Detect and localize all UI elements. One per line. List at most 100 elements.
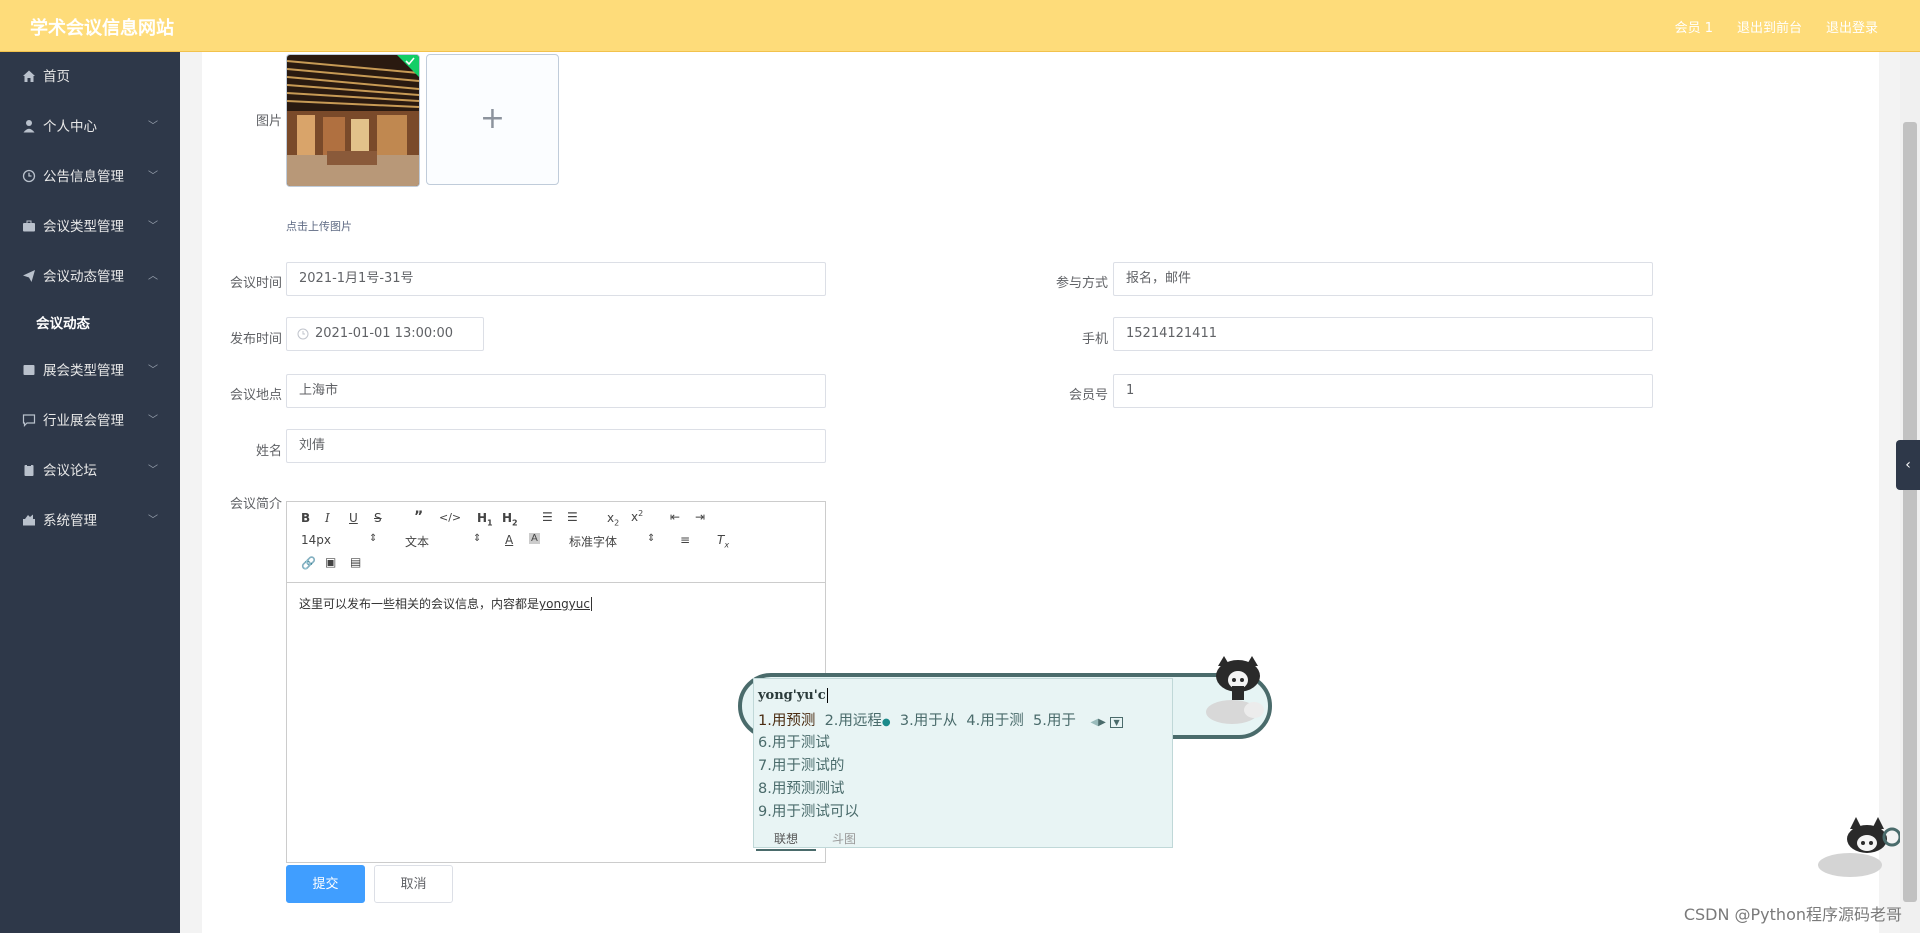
- plus-icon: +: [479, 101, 506, 136]
- block-format-select[interactable]: 文本 ⇕: [405, 533, 481, 550]
- meeting-time-input[interactable]: 2021-1月1号-31号: [286, 262, 826, 296]
- h2-icon[interactable]: H2: [502, 511, 518, 527]
- text-color-icon[interactable]: A: [505, 533, 513, 547]
- chat-icon: [22, 414, 36, 427]
- add-image-button[interactable]: +: [426, 54, 559, 185]
- block-format-value: 文本: [405, 535, 430, 549]
- page-scrollbar[interactable]: [1900, 52, 1920, 933]
- ime-candidate[interactable]: 3.用于从: [900, 713, 957, 729]
- bookstore-photo: [287, 55, 419, 186]
- submit-button[interactable]: 提交: [286, 865, 365, 903]
- h1-icon[interactable]: H1: [477, 511, 493, 527]
- quote-icon[interactable]: ”: [414, 509, 423, 525]
- font-size-value: 14px: [301, 533, 331, 547]
- main-content: 图片 + 点击上传图片 会议时间 2021-1月1号-31号 参与方式 报名，邮…: [202, 52, 1879, 933]
- font-family-select[interactable]: 标准字体 ⇕: [569, 533, 655, 550]
- name-label: 姓名: [255, 444, 282, 459]
- outdent-icon[interactable]: ⇤: [670, 510, 680, 524]
- back-to-front-link[interactable]: 退出到前台: [1737, 17, 1802, 36]
- sidebar-item-label: 系统管理: [43, 513, 97, 529]
- bold-icon[interactable]: B: [301, 511, 310, 525]
- name-input[interactable]: 刘倩: [286, 429, 826, 463]
- member-no-label: 会员号: [1068, 388, 1108, 403]
- send-icon: [23, 270, 35, 282]
- scroll-thumb[interactable]: [1903, 122, 1917, 902]
- collapse-panel-button[interactable]: ‹: [1896, 440, 1920, 490]
- rich-text-editor: B I U S ” </> H1 H2 ☰ ☰ x2 x2 ⇤ ⇥ 14px ⇕ …: [286, 501, 826, 863]
- subscript-icon[interactable]: x2: [607, 511, 619, 527]
- ime-candidate[interactable]: 2.用远程: [825, 713, 882, 729]
- settings-icon: [23, 514, 35, 526]
- ime-candidate[interactable]: 8.用预测测试: [758, 778, 859, 801]
- participation-input[interactable]: 报名，邮件: [1113, 262, 1653, 296]
- clear-format-icon[interactable]: Tx: [717, 533, 729, 549]
- sidebar-subitem-meeting-news[interactable]: 会议动态: [0, 302, 180, 346]
- sidebar-item-label: 会议论坛: [43, 463, 97, 479]
- sidebar-item-home[interactable]: 首页: [0, 52, 180, 102]
- sidebar-item-meeting-type[interactable]: 会议类型管理 ﹀: [0, 202, 180, 252]
- sidebar-item-notice[interactable]: 公告信息管理 ﹀: [0, 152, 180, 202]
- ime-candidate[interactable]: 9.用于测试可以: [758, 801, 859, 824]
- ime-candidate-row: 1.用预测 2.用远程● 3.用于从 4.用于测 5.用于 ◀▶ ▼: [758, 709, 1123, 730]
- ime-candidate-window: yong'yu'c 1.用预测 2.用远程● 3.用于从 4.用于测 5.用于 …: [753, 678, 1173, 851]
- chevron-down-icon: ﹀: [148, 171, 158, 182]
- member-link[interactable]: 会员 1: [1675, 17, 1713, 36]
- floating-mascot-cat[interactable]: [1810, 815, 1900, 880]
- publish-time-label: 发布时间: [229, 332, 282, 347]
- member-no-input[interactable]: 1: [1113, 374, 1653, 408]
- font-size-select[interactable]: 14px ⇕: [301, 533, 377, 547]
- image-label: 图片: [255, 114, 282, 129]
- sidebar-item-meeting-news[interactable]: 会议动态管理 ︿: [0, 252, 180, 302]
- editor-composition: yongyuc: [539, 597, 590, 611]
- video-icon[interactable]: ▤: [350, 555, 361, 569]
- home-icon: [23, 70, 35, 82]
- underline-icon[interactable]: U: [349, 511, 358, 525]
- page-prev-icon[interactable]: ◀: [1090, 717, 1098, 728]
- sidebar: 首页 个人中心 ﹀ 公告信息管理 ﹀ 会议类型管理 ﹀ 会议动态管理 ︿ 会议动…: [0, 52, 180, 933]
- code-icon[interactable]: </>: [439, 511, 461, 524]
- logout-link[interactable]: 退出登录: [1826, 17, 1878, 36]
- header-links: 会员 1 退出到前台 退出登录: [1675, 17, 1878, 36]
- sidebar-item-expo-type[interactable]: 展会类型管理 ﹀: [0, 346, 180, 396]
- ime-candidate[interactable]: 7.用于测试的: [758, 755, 859, 778]
- italic-icon[interactable]: I: [325, 511, 330, 525]
- sidebar-item-profile[interactable]: 个人中心 ﹀: [0, 102, 180, 152]
- uploaded-image[interactable]: [286, 54, 420, 187]
- cancel-button[interactable]: 取消: [374, 865, 453, 903]
- chevron-left-icon: ‹: [1905, 457, 1911, 473]
- link-icon[interactable]: 🔗: [301, 556, 316, 570]
- chevron-up-icon: ︿: [148, 271, 158, 282]
- chevron-down-icon: ﹀: [148, 415, 158, 426]
- ime-candidate[interactable]: 1.用预测: [758, 713, 815, 729]
- ime-tab-sticker[interactable]: 斗图: [832, 830, 856, 847]
- publish-time-picker[interactable]: 2021-01-01 13:00:00: [286, 317, 484, 351]
- background-color-icon[interactable]: A: [529, 533, 540, 544]
- clock-icon: [297, 328, 309, 340]
- phone-input[interactable]: 15214121411: [1113, 317, 1653, 351]
- indent-icon[interactable]: ⇥: [695, 510, 705, 524]
- sidebar-item-forum[interactable]: 会议论坛 ﹀: [0, 446, 180, 496]
- chevron-down-icon: ﹀: [148, 365, 158, 376]
- location-input[interactable]: 上海市: [286, 374, 826, 408]
- editor-content[interactable]: 这里可以发布一些相关的会议信息，内容都是yongyuc: [287, 583, 825, 624]
- align-icon[interactable]: ≡: [680, 533, 690, 547]
- ime-candidate[interactable]: 6.用于测试: [758, 732, 859, 755]
- chevron-down-icon: ﹀: [148, 221, 158, 232]
- ime-tabs: 联想 斗图: [754, 827, 1172, 851]
- sidebar-item-system[interactable]: 系统管理 ﹀: [0, 496, 180, 546]
- ime-candidate[interactable]: 5.用于: [1033, 713, 1076, 729]
- page-next-icon[interactable]: ▶: [1098, 717, 1106, 728]
- ordered-list-icon[interactable]: ☰: [542, 510, 553, 524]
- ime-tab-association[interactable]: 联想: [756, 830, 816, 851]
- bullet-list-icon[interactable]: ☰: [567, 510, 578, 524]
- sidebar-item-label: 会议动态管理: [43, 269, 124, 285]
- chevron-down-icon: ﹀: [148, 515, 158, 526]
- image-icon[interactable]: ▣: [325, 555, 336, 569]
- ime-composition: yong'yu'c: [758, 688, 828, 703]
- strike-icon[interactable]: S: [374, 511, 382, 525]
- ime-candidate[interactable]: 4.用于测: [966, 713, 1023, 729]
- superscript-icon[interactable]: x2: [631, 509, 643, 524]
- chevron-down-icon: ﹀: [148, 121, 158, 132]
- expand-icon[interactable]: ▼: [1110, 717, 1123, 728]
- sidebar-item-industry-expo[interactable]: 行业展会管理 ﹀: [0, 396, 180, 446]
